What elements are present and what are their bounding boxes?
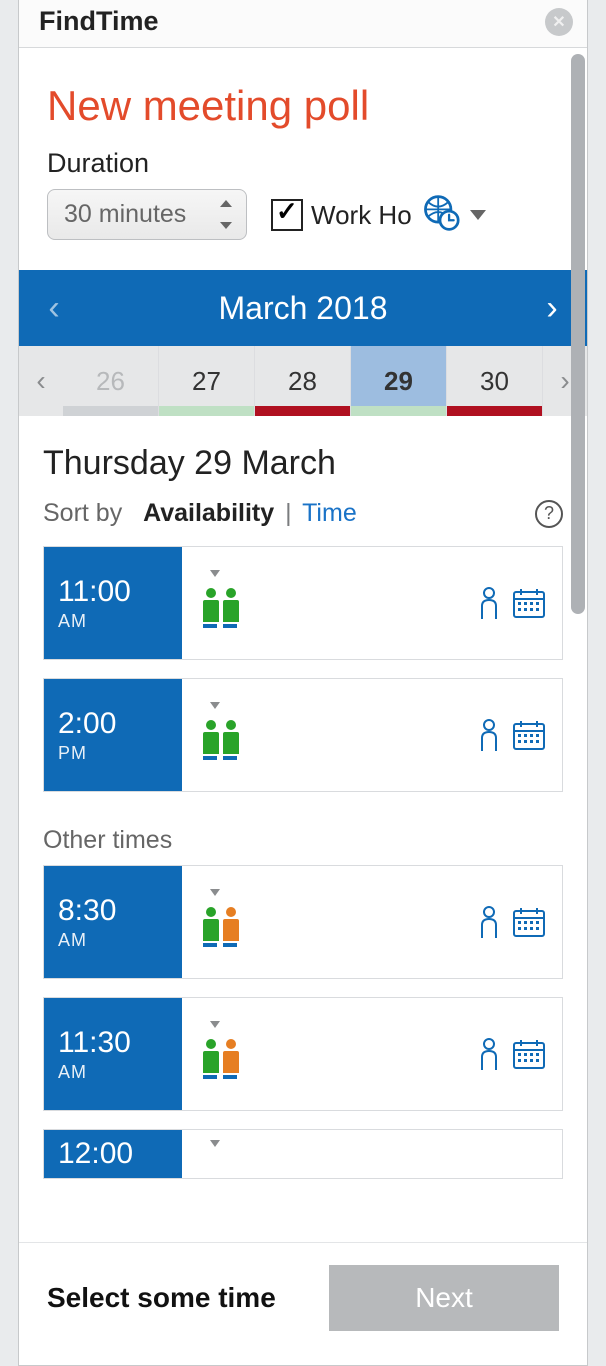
day-cell[interactable]: 29 [351,346,447,416]
slot-body [182,547,562,659]
prev-days-button[interactable]: ‹ [19,346,63,416]
day-availability-bar [63,406,158,416]
next-button[interactable]: Next [329,1265,559,1331]
slot-actions [478,586,546,620]
chevron-down-icon[interactable] [470,210,486,220]
person-outline-icon[interactable] [478,905,500,939]
work-hours-label: Work Ho [311,200,412,231]
controls-row: Duration 30 minutes Work Ho [19,148,587,270]
sort-time-link[interactable]: Time [302,499,357,527]
titlebar: FindTime [19,0,587,48]
slot-actions [478,905,546,939]
chevron-down-icon [210,889,220,896]
content-area: New meeting poll Duration 30 minutes Wor… [19,48,587,1365]
calendar-icon[interactable] [512,719,546,751]
person-outline-icon[interactable] [478,586,500,620]
slot-time: 12:00 [44,1130,182,1178]
sort-active[interactable]: Availability [143,499,274,527]
app-title: FindTime [39,6,159,37]
duration-label: Duration [47,148,247,179]
attendees-icons [202,584,242,622]
slot-time-value: 11:30 [58,1026,131,1060]
day-cell[interactable]: 26 [63,346,159,416]
day-availability-bar [351,406,446,416]
sort-prefix: Sort by [43,499,122,527]
person-outline-icon[interactable] [478,1037,500,1071]
day-cell[interactable]: 28 [255,346,351,416]
day-cell[interactable]: 30 [447,346,543,416]
person-icon [222,584,240,622]
close-icon[interactable] [545,8,573,36]
slot-ampm: AM [58,611,87,632]
slot-time: 2:00PM [44,679,182,791]
work-hours-group: Work Ho [271,193,486,238]
sort-separator: | [285,499,292,527]
person-icon [222,716,240,754]
slot-time-value: 8:30 [58,894,116,928]
time-slot[interactable]: 2:00PM [43,678,563,792]
slot-ampm: AM [58,930,87,951]
chevron-down-icon [210,702,220,709]
time-slot[interactable]: 8:30AM [43,865,563,979]
work-hours-checkbox[interactable] [271,199,303,231]
next-month-button[interactable]: › [535,289,569,328]
time-slot[interactable]: 11:30AM [43,997,563,1111]
month-label: March 2018 [219,290,388,327]
attendees-icons [202,716,242,754]
attendees-icons [202,903,242,941]
person-icon [222,903,240,941]
person-outline-icon[interactable] [478,718,500,752]
sort-row: Sort by Availability | Time ? [19,499,587,546]
slot-ampm: PM [58,743,87,764]
chevron-down-icon [210,1140,220,1147]
day-availability-bar [255,406,350,416]
findtime-panel: FindTime New meeting poll Duration 30 mi… [18,0,588,1366]
person-icon [202,1035,220,1073]
month-header: ‹ March 2018 › [19,270,587,346]
slot-actions [478,718,546,752]
slot-body [182,866,562,978]
person-icon [222,1035,240,1073]
selected-date-heading: Thursday 29 March [19,416,587,499]
day-availability-bar [159,406,254,416]
sort-controls: Sort by Availability | Time [43,499,357,528]
slot-ampm: AM [58,1062,87,1083]
chevron-down-icon [210,570,220,577]
slot-time-value: 2:00 [58,707,116,741]
time-slot[interactable]: 12:00 [43,1129,563,1179]
time-slot[interactable]: 11:00AM [43,546,563,660]
person-icon [202,584,220,622]
slot-time: 11:30AM [44,998,182,1110]
calendar-icon[interactable] [512,587,546,619]
calendar-icon[interactable] [512,906,546,938]
slot-time: 11:00AM [44,547,182,659]
prev-month-button[interactable]: ‹ [37,289,71,328]
footer-bar: Select some time Next [19,1242,587,1365]
slot-time: 8:30AM [44,866,182,978]
calendar-icon[interactable] [512,1038,546,1070]
timezone-icon[interactable] [420,193,460,238]
slot-body [182,998,562,1110]
duration-block: Duration 30 minutes [47,148,247,240]
scrollbar[interactable] [571,54,585,614]
day-strip: ‹ 2627282930 › [19,346,587,416]
slot-body [182,679,562,791]
slot-time-value: 11:00 [58,575,131,609]
person-icon [202,716,220,754]
slot-time-value: 12:00 [58,1137,133,1171]
duration-select[interactable]: 30 minutes [47,189,247,240]
footer-hint: Select some time [47,1282,276,1314]
slot-actions [478,1037,546,1071]
chevron-down-icon [210,1021,220,1028]
slot-body [182,1130,562,1178]
person-icon [202,903,220,941]
help-icon[interactable]: ? [535,500,563,528]
scrollbar-thumb[interactable] [571,54,585,614]
day-cell[interactable]: 27 [159,346,255,416]
attendees-icons [202,1035,242,1073]
page-title: New meeting poll [19,48,587,148]
day-availability-bar [447,406,542,416]
other-times-heading: Other times [19,810,587,865]
